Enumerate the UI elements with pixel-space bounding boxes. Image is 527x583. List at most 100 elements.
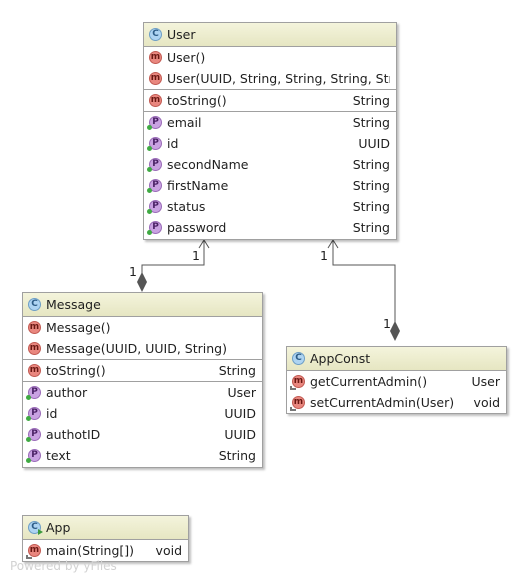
class-appconst[interactable]: C AppConst m getCurrentAdmin() User m se… [286,346,507,414]
runnable-class-icon: C [28,521,43,535]
multiplicity-message-user-source: 1 [129,264,137,279]
member-type: String [352,115,390,130]
static-visibility-icon [290,386,296,390]
member-name: author [46,385,88,400]
member-name: main(String[]) [46,543,135,558]
method-icon: m [28,321,41,334]
member-name: User() [167,50,206,65]
member-row[interactable]: P secondName String [144,154,396,175]
member-row[interactable]: m User(UUID, String, String, String, Str… [144,68,396,89]
class-message-header[interactable]: C Message [23,293,262,317]
method-icon: m [28,364,41,377]
class-message-properties: P author User P id UUID P authotID UUID … [23,382,262,466]
member-row[interactable]: m toString() String [144,90,396,111]
member-type: String [218,363,256,378]
class-user-properties: P email String P id UUID P secondName St… [144,112,396,238]
method-icon: m [26,544,41,559]
property-icon: P [147,179,162,193]
public-visibility-icon [26,395,31,400]
class-app-header[interactable]: C App [23,516,188,540]
public-visibility-icon [147,188,152,193]
class-app[interactable]: C App m main(String[]) void [22,515,189,562]
multiplicity-message-user-target: 1 [192,248,200,263]
member-row[interactable]: m Message() [23,317,262,338]
class-message-name: Message [46,297,101,312]
member-row[interactable]: P text String [23,445,262,466]
class-app-name: App [46,520,71,535]
class-icon-letter: C [31,522,38,532]
public-visibility-icon [147,167,152,172]
member-type: String [352,93,390,108]
class-user[interactable]: C User m User() m User(UUID, String, Str… [143,22,397,240]
member-name: text [46,448,71,463]
property-icon: P [26,449,41,463]
member-row[interactable]: P status String [144,196,396,217]
class-appconst-header[interactable]: C AppConst [287,347,506,371]
member-type: User [227,385,257,400]
member-row[interactable]: P password String [144,217,396,238]
member-type: void [155,543,182,558]
member-row[interactable]: P author User [23,382,262,403]
public-visibility-icon [26,416,31,421]
class-appconst-methods: m getCurrentAdmin() User m setCurrentAdm… [287,371,506,413]
public-visibility-icon [147,209,152,214]
member-type: String [352,199,390,214]
property-icon: P [147,221,162,235]
method-icon: m [149,72,162,85]
member-name: id [46,406,58,421]
member-row[interactable]: m toString() String [23,360,262,381]
member-row[interactable]: P authotID UUID [23,424,262,445]
member-name: Message(UUID, UUID, String) [46,341,227,356]
member-row[interactable]: P id UUID [23,403,262,424]
member-type: User [471,374,501,389]
property-icon: P [26,386,41,400]
member-row[interactable]: P id UUID [144,133,396,154]
member-type: String [352,178,390,193]
property-icon-letter: P [152,159,159,169]
class-message[interactable]: C Message m Message() m Message(UUID, UU… [22,292,263,468]
class-icon: C [149,28,162,41]
property-icon: P [147,116,162,130]
property-icon: P [147,137,162,151]
public-visibility-icon [26,437,31,442]
class-user-header[interactable]: C User [144,23,396,47]
member-name: password [167,220,227,235]
member-name: User(UUID, String, String, String, Strin… [167,71,390,86]
member-name: id [167,136,179,151]
member-row[interactable]: P email String [144,112,396,133]
member-row[interactable]: m Message(UUID, UUID, String) [23,338,262,359]
member-row[interactable]: m main(String[]) void [23,540,188,561]
member-name: authotID [46,427,101,442]
member-type: String [352,157,390,172]
method-icon: m [149,51,162,64]
member-type: UUID [358,136,390,151]
member-name: getCurrentAdmin() [310,374,428,389]
property-icon: P [26,407,41,421]
method-icon: m [149,94,162,107]
class-user-constructors: m User() m User(UUID, String, String, St… [144,47,396,90]
property-icon: P [26,428,41,442]
public-visibility-icon [147,125,152,130]
member-row[interactable]: m getCurrentAdmin() User [287,371,506,392]
multiplicity-appconst-user-source: 1 [383,316,391,331]
property-icon-letter: P [31,387,38,397]
member-row[interactable]: P firstName String [144,175,396,196]
run-triangle-icon [38,529,43,535]
class-message-constructors: m Message() m Message(UUID, UUID, String… [23,317,262,360]
property-icon-letter: P [152,222,159,232]
member-name: firstName [167,178,229,193]
method-icon: m [290,396,305,411]
property-icon-letter: P [31,429,38,439]
watermark: Powered by yFiles [10,559,117,573]
property-icon: P [147,158,162,172]
composition-diamond [390,321,400,341]
property-icon-letter: P [152,117,159,127]
member-name: status [167,199,206,214]
class-app-methods: m main(String[]) void [23,540,188,561]
member-row[interactable]: m User() [144,47,396,68]
member-row[interactable]: m setCurrentAdmin(User) void [287,392,506,413]
multiplicity-appconst-user-target: 1 [320,248,328,263]
member-type: String [352,220,390,235]
property-icon-letter: P [152,201,159,211]
method-icon: m [28,342,41,355]
